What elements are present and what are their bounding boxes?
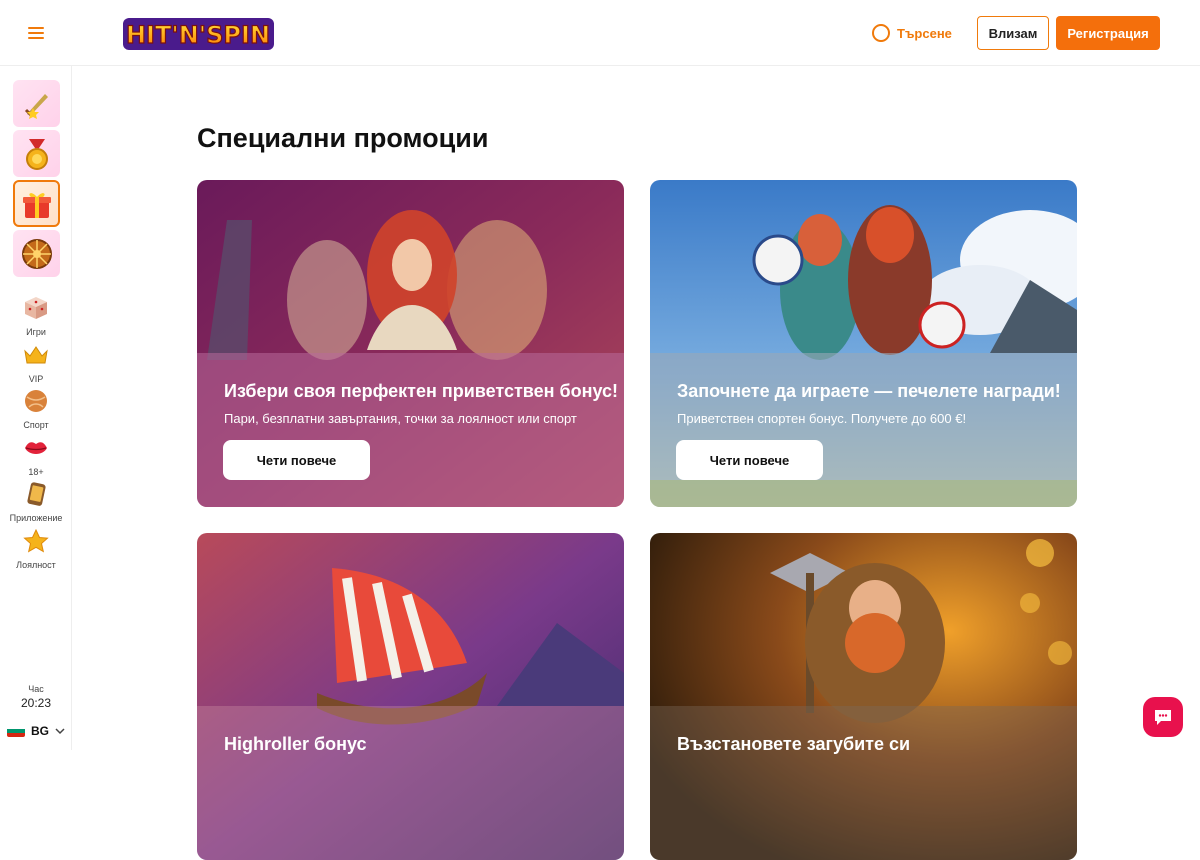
promo-card-description: Приветствен спортен бонус. Получете до 6… [677,411,967,426]
crown-icon [24,346,48,364]
language-code: BG [31,724,49,738]
sidebar-tile-promotions[interactable] [13,180,60,227]
viking-ship-banner-image [197,533,624,860]
language-selector[interactable]: BG [7,722,67,740]
promo-card-title: Започнете да играете — печелете награди! [677,381,1061,401]
sidebar-item-label: VIP [28,374,44,384]
promo-card-description: Пари, безплатни завъртания, точки за лоя… [224,411,577,426]
dice-icon [25,297,47,319]
wheel-icon [21,238,52,269]
clock-label: Час [28,684,44,694]
page-title: Специални промоции [197,123,489,153]
sword-icon [24,93,48,119]
sidebar-item-app[interactable]: Приложение [0,482,72,523]
promo-card-highroller[interactable]: Highroller бонус [197,533,624,860]
sidebar-item-label: Приложение [9,513,63,523]
search-icon [872,24,890,42]
promo-card-title: Highroller бонус [224,734,367,754]
sidebar-item-label: Спорт [23,420,49,430]
login-button[interactable]: Влизам [977,16,1049,50]
hamburger-menu-icon[interactable] [18,18,54,48]
read-more-button[interactable]: Чети повече [676,440,823,480]
sidebar-item-label: Игри [26,327,46,337]
bulgaria-flag-icon [7,725,25,737]
sidebar-tile-rewards[interactable] [13,130,60,177]
sidebar-item-games[interactable]: Игри [0,296,72,337]
gift-icon [22,192,51,218]
chevron-down-icon [55,728,65,735]
promo-card-title: Възстановете загубите си [677,734,911,754]
promo-card-cashback[interactable]: Възстановете загубите си [650,533,1077,860]
svg-text:HIT'N'SPIN: HIT'N'SPIN [126,21,270,49]
promo-card-title: Избери своя перфектен приветствен бонус! [224,381,619,401]
search-button[interactable]: Търсене [871,22,952,44]
register-button[interactable]: Регистрация [1056,16,1160,50]
site-logo[interactable]: HIT'N'SPIN [121,12,276,54]
sidebar: Игри VIP Спорт 18+ Приложение Лоялност Ч… [0,66,72,750]
sidebar-item-label: 18+ [28,467,44,477]
lips-icon [25,442,47,454]
star-icon [23,528,49,553]
sidebar-item-adult[interactable]: 18+ [0,436,72,477]
promo-card-welcome[interactable]: Избери своя перфектен приветствен бонус!… [197,180,624,507]
ball-icon [25,390,47,412]
top-bar: HIT'N'SPIN Търсене Влизам Регистрация [0,0,1200,66]
search-label: Търсене [897,25,952,41]
sidebar-tile-tournaments[interactable] [13,80,60,127]
live-chat-button[interactable] [1143,697,1183,737]
phone-icon [27,482,46,506]
clock-time: 20:23 [20,696,52,710]
read-more-button[interactable]: Чети повече [223,440,370,480]
medal-icon [25,138,48,170]
chat-bubble-icon [1155,710,1171,725]
dwarf-banner-image [650,533,1077,860]
sidebar-item-vip[interactable]: VIP [0,343,72,384]
sidebar-tile-wheel[interactable] [13,230,60,277]
promo-card-sport[interactable]: Започнете да играете — печелете награди!… [650,180,1077,507]
sidebar-item-label: Лоялност [16,560,56,570]
sidebar-item-sport[interactable]: Спорт [0,389,72,430]
sidebar-item-loyalty[interactable]: Лоялност [0,528,72,570]
clock: Час 20:23 [0,684,72,710]
